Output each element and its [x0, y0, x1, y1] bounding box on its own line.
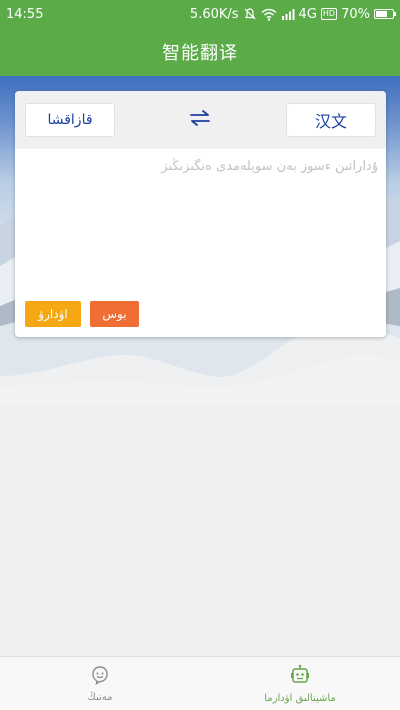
language-selector-bar: قازاقشا 汉文 — [15, 91, 386, 149]
swap-languages-button[interactable] — [185, 107, 215, 133]
mute-bell-icon — [243, 7, 257, 21]
nav-item-profile[interactable]: مەنىڭ — [0, 657, 200, 710]
nav-item-machine-translation-label: ماشينالىق اۋدارما — [264, 692, 336, 704]
hd-badge: HD — [320, 8, 338, 20]
translate-button-label: اۋدارۋ — [38, 307, 68, 321]
clear-button-label: بوس — [102, 307, 127, 321]
network-speed: 5.60K/s — [189, 6, 239, 22]
source-language-button[interactable]: قازاقشا — [25, 103, 115, 137]
nav-item-profile-label: مەنىڭ — [87, 691, 113, 703]
app-header: 智能翻译 — [0, 28, 400, 76]
battery-icon — [374, 9, 396, 19]
bottom-nav: مەنىڭ ماشينالىق اۋدارما — [0, 656, 400, 710]
clear-button[interactable]: بوس — [90, 301, 139, 327]
network-type: 4G — [298, 6, 317, 22]
status-bar: 14:55 5.60K/s 4G HD 70% — [0, 0, 400, 28]
target-language-label: 汉文 — [314, 112, 347, 131]
battery-percent: 70% — [341, 6, 370, 22]
status-icons: 5.60K/s 4G HD 70% — [189, 6, 396, 22]
target-language-button[interactable]: 汉文 — [286, 103, 376, 137]
robot-icon — [289, 664, 311, 689]
face-icon — [90, 665, 110, 688]
translator-card: قازاقشا 汉文 اۋدارۋ بوس — [15, 91, 386, 337]
source-language-label: قازاقشا — [47, 112, 93, 128]
page-title: 智能翻译 — [162, 43, 238, 64]
status-time: 14:55 — [6, 6, 44, 22]
signal-icon — [281, 8, 295, 20]
translate-button[interactable]: اۋدارۋ — [25, 301, 81, 327]
wifi-icon — [261, 8, 277, 21]
swap-arrows-icon — [188, 109, 212, 131]
nav-item-machine-translation[interactable]: ماشينالىق اۋدارما — [200, 657, 400, 710]
source-text-input[interactable] — [25, 157, 380, 281]
